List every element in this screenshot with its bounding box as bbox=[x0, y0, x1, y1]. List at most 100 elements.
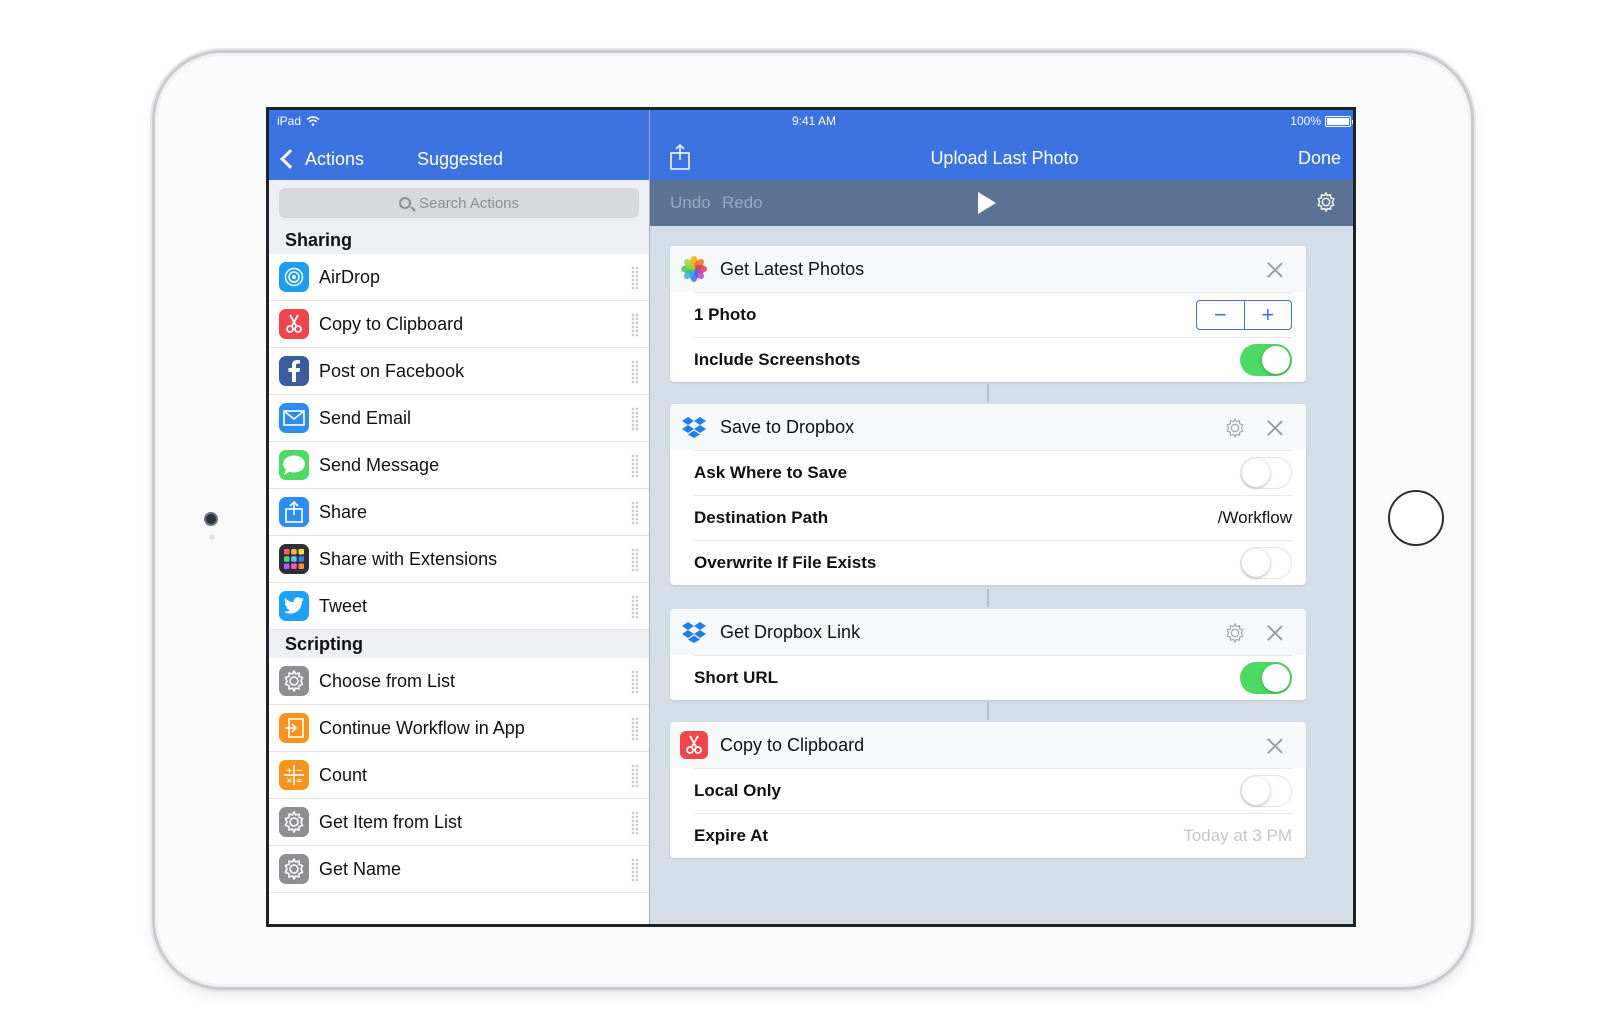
sections: Sharing AirDrop Copy to Clipboard Post on F… bbox=[269, 226, 649, 893]
photo-count-stepper: − + bbox=[1196, 300, 1292, 330]
action-label: Continue Workflow in App bbox=[319, 717, 525, 738]
battery-percent: 100% bbox=[1290, 114, 1321, 128]
suggested-title[interactable]: Suggested bbox=[417, 149, 503, 170]
action-label: Count bbox=[319, 764, 368, 785]
search-input[interactable]: Search Actions bbox=[279, 188, 639, 218]
search-bar: Search Actions bbox=[269, 180, 649, 226]
drag-handle-icon[interactable] bbox=[631, 454, 639, 478]
action-item[interactable]: Continue Workflow in App bbox=[269, 705, 649, 752]
drag-handle-icon[interactable] bbox=[631, 407, 639, 431]
left-nav: Actions Suggested bbox=[269, 138, 649, 180]
param-destination-path: Destination Path /Workflow bbox=[694, 495, 1292, 540]
extensions-icon bbox=[279, 544, 309, 574]
action-label: Share bbox=[319, 501, 368, 522]
overwrite-toggle[interactable] bbox=[1240, 547, 1292, 579]
destination-path-field[interactable]: /Workflow bbox=[1218, 508, 1292, 528]
action-item[interactable]: Send Message bbox=[269, 442, 649, 489]
gear-icon[interactable] bbox=[1224, 622, 1246, 644]
action-label: Get Item from List bbox=[319, 811, 463, 832]
drag-handle-icon[interactable] bbox=[631, 717, 639, 741]
drag-handle-icon[interactable] bbox=[631, 313, 639, 337]
home-button[interactable] bbox=[1388, 490, 1444, 546]
local-only-toggle[interactable] bbox=[1240, 775, 1292, 807]
card-header: Get Dropbox Link bbox=[670, 609, 1306, 655]
action-item[interactable]: Choose from List bbox=[269, 658, 649, 705]
param-photo-count: 1 Photo − + bbox=[694, 292, 1292, 337]
action-label: Send Email bbox=[319, 407, 412, 428]
ask-where-toggle[interactable] bbox=[1240, 457, 1292, 489]
gear-icon bbox=[279, 807, 309, 837]
action-item[interactable]: Share bbox=[269, 489, 649, 536]
dropbox-icon bbox=[680, 618, 708, 646]
status-time: 9:41 AM bbox=[791, 114, 837, 128]
action-item[interactable]: Get Name bbox=[269, 846, 649, 893]
action-item[interactable]: + − × = Count bbox=[269, 752, 649, 799]
param-include-screenshots: Include Screenshots bbox=[694, 337, 1292, 382]
play-icon[interactable] bbox=[978, 192, 996, 214]
action-label: Post on Facebook bbox=[319, 360, 465, 381]
include-screenshots-toggle[interactable] bbox=[1240, 344, 1292, 376]
action-item[interactable]: Send Email bbox=[269, 395, 649, 442]
drag-handle-icon[interactable] bbox=[631, 501, 639, 525]
action-item[interactable]: Share with Extensions bbox=[269, 536, 649, 583]
back-button[interactable]: Actions bbox=[269, 149, 364, 170]
action-label: Get Name bbox=[319, 858, 402, 879]
drag-handle-icon[interactable] bbox=[631, 670, 639, 694]
card-connector bbox=[987, 384, 989, 402]
undo-button[interactable]: Undo bbox=[670, 193, 711, 213]
drag-handle-icon[interactable] bbox=[631, 858, 639, 882]
increment-button[interactable]: + bbox=[1245, 301, 1292, 329]
gear-icon[interactable] bbox=[1315, 191, 1337, 213]
drag-handle-icon[interactable] bbox=[631, 360, 639, 384]
sensor-dot bbox=[209, 534, 215, 540]
close-icon[interactable] bbox=[1266, 737, 1284, 755]
redo-button[interactable]: Redo bbox=[722, 193, 763, 213]
calculator-icon: + − × = bbox=[279, 760, 309, 790]
svg-text:+: + bbox=[286, 766, 293, 775]
done-button[interactable]: Done bbox=[1298, 148, 1341, 169]
param-local-only: Local Only bbox=[694, 768, 1292, 813]
gear-icon[interactable] bbox=[1224, 417, 1246, 439]
action-item[interactable]: AirDrop bbox=[269, 254, 649, 301]
camera-icon bbox=[204, 512, 218, 526]
drag-handle-icon[interactable] bbox=[631, 548, 639, 572]
card-title: Get Dropbox Link bbox=[720, 621, 861, 642]
decrement-button[interactable]: − bbox=[1197, 301, 1245, 329]
scissors-icon bbox=[680, 731, 708, 759]
short-url-toggle[interactable] bbox=[1240, 662, 1292, 694]
drag-handle-icon[interactable] bbox=[631, 811, 639, 835]
action-list: Search Actions Sharing AirDrop Copy to Cli… bbox=[269, 180, 649, 924]
drag-handle-icon[interactable] bbox=[631, 266, 639, 290]
param-label: Include Screenshots bbox=[694, 350, 861, 369]
card-header: Save to Dropbox bbox=[670, 404, 1306, 450]
svg-text:−: − bbox=[296, 766, 303, 775]
search-placeholder: Search Actions bbox=[418, 194, 520, 212]
close-icon[interactable] bbox=[1266, 419, 1284, 437]
card-header: Copy to Clipboard bbox=[670, 722, 1306, 768]
close-icon[interactable] bbox=[1266, 261, 1284, 279]
action-item[interactable]: Get Item from List bbox=[269, 799, 649, 846]
right-nav: Upload Last Photo Done bbox=[650, 138, 1353, 180]
twitter-icon bbox=[279, 591, 309, 621]
param-label: Ask Where to Save bbox=[694, 463, 848, 482]
action-item[interactable]: Tweet bbox=[269, 583, 649, 630]
search-icon bbox=[398, 197, 411, 209]
action-label: Copy to Clipboard bbox=[319, 313, 464, 334]
param-label: Expire At bbox=[694, 826, 769, 845]
editor-toolbar: Undo Redo bbox=[650, 180, 1353, 226]
panel-divider bbox=[649, 110, 650, 924]
status-right: 100% bbox=[1290, 114, 1353, 128]
action-label: Tweet bbox=[319, 595, 368, 616]
expire-at-field[interactable]: Today at 3 PM bbox=[1183, 826, 1292, 846]
action-item[interactable]: Copy to Clipboard bbox=[269, 301, 649, 348]
param-label: Short URL bbox=[694, 668, 779, 687]
drag-handle-icon[interactable] bbox=[631, 595, 639, 619]
close-icon[interactable] bbox=[1266, 624, 1284, 642]
action-item[interactable]: Post on Facebook bbox=[269, 348, 649, 395]
action-card-get-latest-photos: Get Latest Photos 1 Photo − + Include Sc… bbox=[670, 246, 1306, 382]
section-header: Sharing bbox=[269, 226, 649, 254]
drag-handle-icon[interactable] bbox=[631, 764, 639, 788]
dropbox-icon bbox=[680, 413, 708, 441]
scissors-icon bbox=[279, 309, 309, 339]
back-label: Actions bbox=[305, 148, 365, 169]
